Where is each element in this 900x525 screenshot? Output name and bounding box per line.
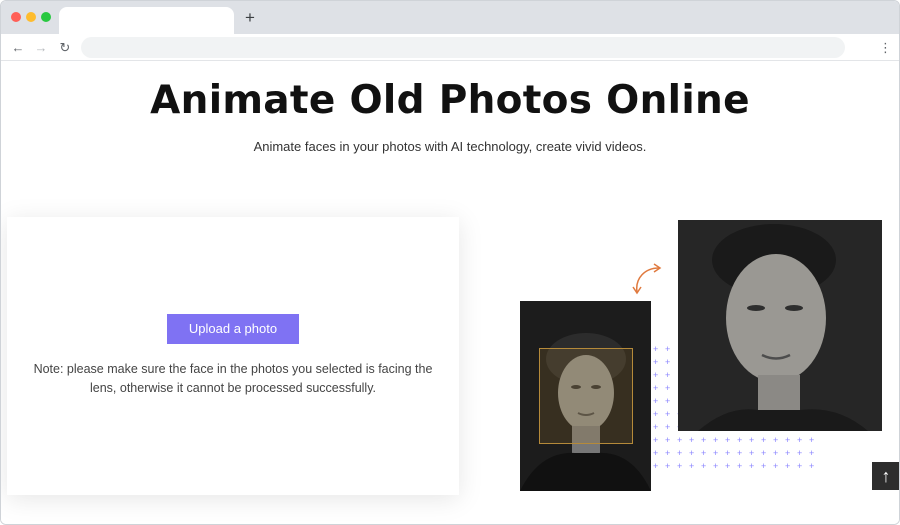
plus-mark: + — [737, 461, 743, 471]
plus-mark: + — [737, 448, 743, 458]
plus-mark: + — [677, 461, 683, 471]
page-subtitle: Animate faces in your photos with AI tec… — [253, 139, 647, 154]
reload-icon: ↻ — [59, 40, 71, 55]
plus-mark: + — [701, 448, 707, 458]
plus-mark: + — [761, 461, 767, 471]
back-button[interactable]: ← — [9, 39, 27, 57]
plus-mark: + — [737, 435, 743, 445]
plus-mark: + — [653, 448, 659, 458]
upload-photo-button[interactable]: Upload a photo — [167, 314, 299, 344]
plus-mark: + — [809, 448, 815, 458]
forward-button[interactable]: → — [32, 39, 50, 57]
plus-mark: + — [785, 448, 791, 458]
plus-mark: + — [689, 461, 695, 471]
plus-mark: + — [665, 396, 671, 406]
plus-mark: + — [809, 435, 815, 445]
kebab-menu-icon: ⋮ — [879, 40, 892, 55]
upload-note: Note: please make sure the face in the p… — [33, 362, 433, 395]
close-window-button[interactable] — [11, 12, 21, 22]
plus-mark: + — [665, 422, 671, 432]
plus-mark: + — [797, 435, 803, 445]
plus-mark: + — [761, 435, 767, 445]
plus-mark: + — [725, 461, 731, 471]
plus-mark: + — [665, 370, 671, 380]
page-title: Animate Old Photos Online — [150, 78, 750, 123]
plus-mark: + — [677, 435, 683, 445]
reload-button[interactable]: ↻ — [56, 39, 74, 57]
face-detection-box — [539, 348, 633, 444]
plus-mark: + — [665, 448, 671, 458]
plus-mark: + — [749, 448, 755, 458]
animated-portrait-photo — [678, 220, 882, 431]
plus-mark: + — [653, 383, 659, 393]
page-content: Animate Old Photos Online Animate faces … — [1, 62, 899, 524]
plus-mark: + — [665, 409, 671, 419]
curved-arrow-icon — [632, 263, 662, 295]
plus-mark: + — [749, 461, 755, 471]
plus-mark: + — [677, 448, 683, 458]
arrow-up-icon: ↑ — [881, 466, 891, 486]
tab-bar: + — [1, 1, 899, 34]
plus-mark: + — [725, 435, 731, 445]
plus-mark: + — [773, 448, 779, 458]
plus-mark: + — [653, 357, 659, 367]
plus-mark: + — [653, 461, 659, 471]
browser-tab[interactable] — [59, 7, 234, 34]
plus-mark: + — [653, 422, 659, 432]
browser-menu-button[interactable]: ⋮ — [879, 39, 892, 57]
plus-mark: + — [701, 435, 707, 445]
upload-card: Upload a photo Note: please make sure th… — [7, 217, 459, 495]
plus-mark: + — [785, 435, 791, 445]
plus-mark: + — [665, 461, 671, 471]
plus-mark: + — [713, 448, 719, 458]
plus-mark: + — [713, 461, 719, 471]
plus-mark: + — [653, 370, 659, 380]
plus-mark: + — [653, 435, 659, 445]
plus-mark: + — [701, 461, 707, 471]
maximize-window-button[interactable] — [41, 12, 51, 22]
new-tab-button[interactable]: + — [241, 8, 259, 28]
plus-icon: + — [245, 8, 255, 27]
portrait-large-image — [678, 220, 882, 431]
plus-mark: + — [785, 461, 791, 471]
plus-mark: + — [725, 448, 731, 458]
plus-mark: + — [665, 344, 671, 354]
plus-mark: + — [653, 409, 659, 419]
arrow-left-icon: ← — [11, 40, 25, 55]
browser-window: + ← → ↻ ⋮ Animate Old Photos Online Anim… — [0, 0, 900, 525]
arrow-right-icon: → — [34, 40, 48, 55]
plus-mark: + — [797, 448, 803, 458]
plus-mark: + — [749, 435, 755, 445]
plus-mark: + — [713, 435, 719, 445]
address-bar[interactable] — [81, 37, 845, 58]
minimize-window-button[interactable] — [26, 12, 36, 22]
plus-mark: + — [761, 448, 767, 458]
plus-mark: + — [665, 435, 671, 445]
plus-mark: + — [665, 383, 671, 393]
original-portrait-photo — [520, 301, 651, 491]
plus-mark: + — [689, 448, 695, 458]
plus-mark: + — [653, 344, 659, 354]
plus-mark: + — [653, 396, 659, 406]
plus-mark: + — [773, 461, 779, 471]
plus-mark: + — [773, 435, 779, 445]
plus-mark: + — [665, 357, 671, 367]
plus-mark: + — [809, 461, 815, 471]
browser-toolbar: ← → ↻ ⋮ — [1, 34, 899, 61]
scroll-to-top-button[interactable]: ↑ — [872, 462, 899, 490]
plus-mark: + — [689, 435, 695, 445]
plus-mark: + — [797, 461, 803, 471]
